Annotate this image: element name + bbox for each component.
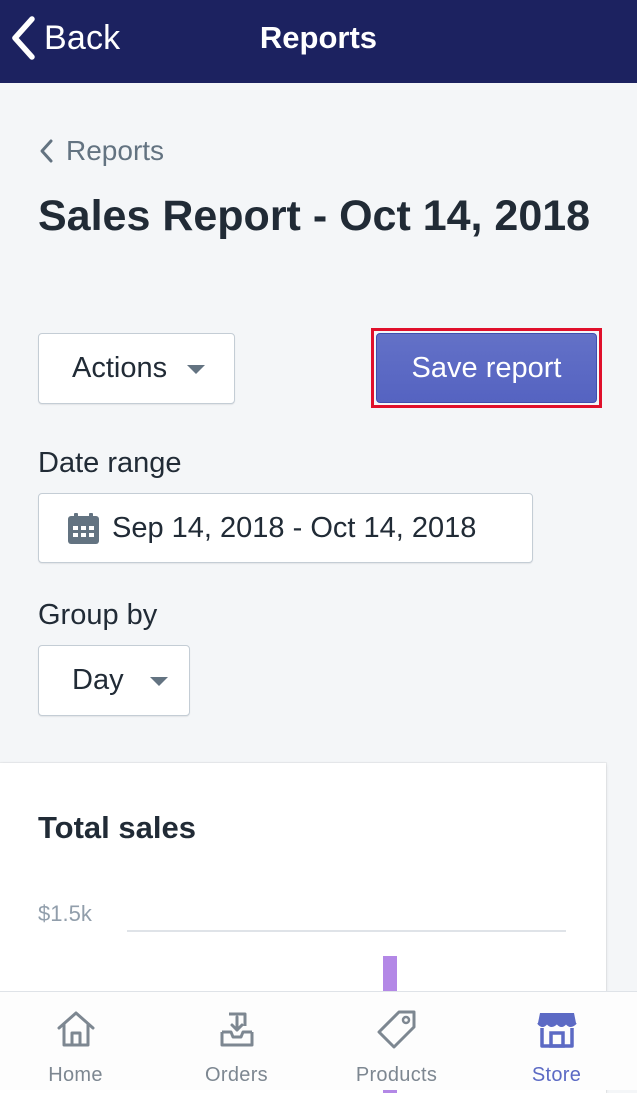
- actions-dropdown-button[interactable]: Actions: [38, 333, 235, 404]
- orders-icon: [220, 1012, 253, 1047]
- breadcrumb-label: Reports: [66, 135, 165, 166]
- tab-store[interactable]: Store: [477, 992, 636, 1090]
- caret-down-icon: [149, 677, 168, 686]
- bottom-tab-bar: Home Orders Products Store: [0, 991, 637, 1090]
- date-range-picker[interactable]: Sep 14, 2018 - Oct 14, 2018: [38, 493, 533, 563]
- group-by-label: Group by: [38, 599, 158, 631]
- save-report-label: Save report: [411, 351, 562, 384]
- tab-products-label: Products: [355, 1064, 438, 1086]
- tab-orders-label: Orders: [205, 1064, 268, 1086]
- tab-products[interactable]: Products: [317, 992, 476, 1090]
- tab-orders[interactable]: Orders: [157, 992, 316, 1090]
- date-range-label: Date range: [38, 447, 182, 479]
- store-icon: [536, 1013, 577, 1048]
- chevron-left-icon: [12, 16, 35, 60]
- back-button[interactable]: Back: [10, 0, 120, 76]
- tab-store-label: Store: [531, 1064, 582, 1086]
- breadcrumb[interactable]: Reports: [38, 131, 164, 171]
- top-nav-bar: Back Reports: [0, 0, 637, 83]
- back-label: Back: [44, 18, 121, 57]
- page-title: Sales Report - Oct 14, 2018: [38, 192, 591, 240]
- save-report-button[interactable]: Save report: [376, 333, 597, 403]
- home-icon: [57, 1011, 94, 1047]
- products-tag-icon: [377, 1010, 415, 1049]
- calendar-icon: [68, 512, 99, 544]
- tab-home[interactable]: Home: [0, 992, 155, 1090]
- caret-down-icon: [187, 365, 206, 374]
- group-by-dropdown[interactable]: Day: [38, 645, 190, 716]
- group-by-value: Day: [72, 664, 124, 696]
- tab-home-label: Home: [48, 1064, 103, 1086]
- chevron-left-icon: [40, 139, 53, 163]
- date-range-value: Sep 14, 2018 - Oct 14, 2018: [112, 511, 477, 544]
- actions-label: Actions: [72, 352, 168, 384]
